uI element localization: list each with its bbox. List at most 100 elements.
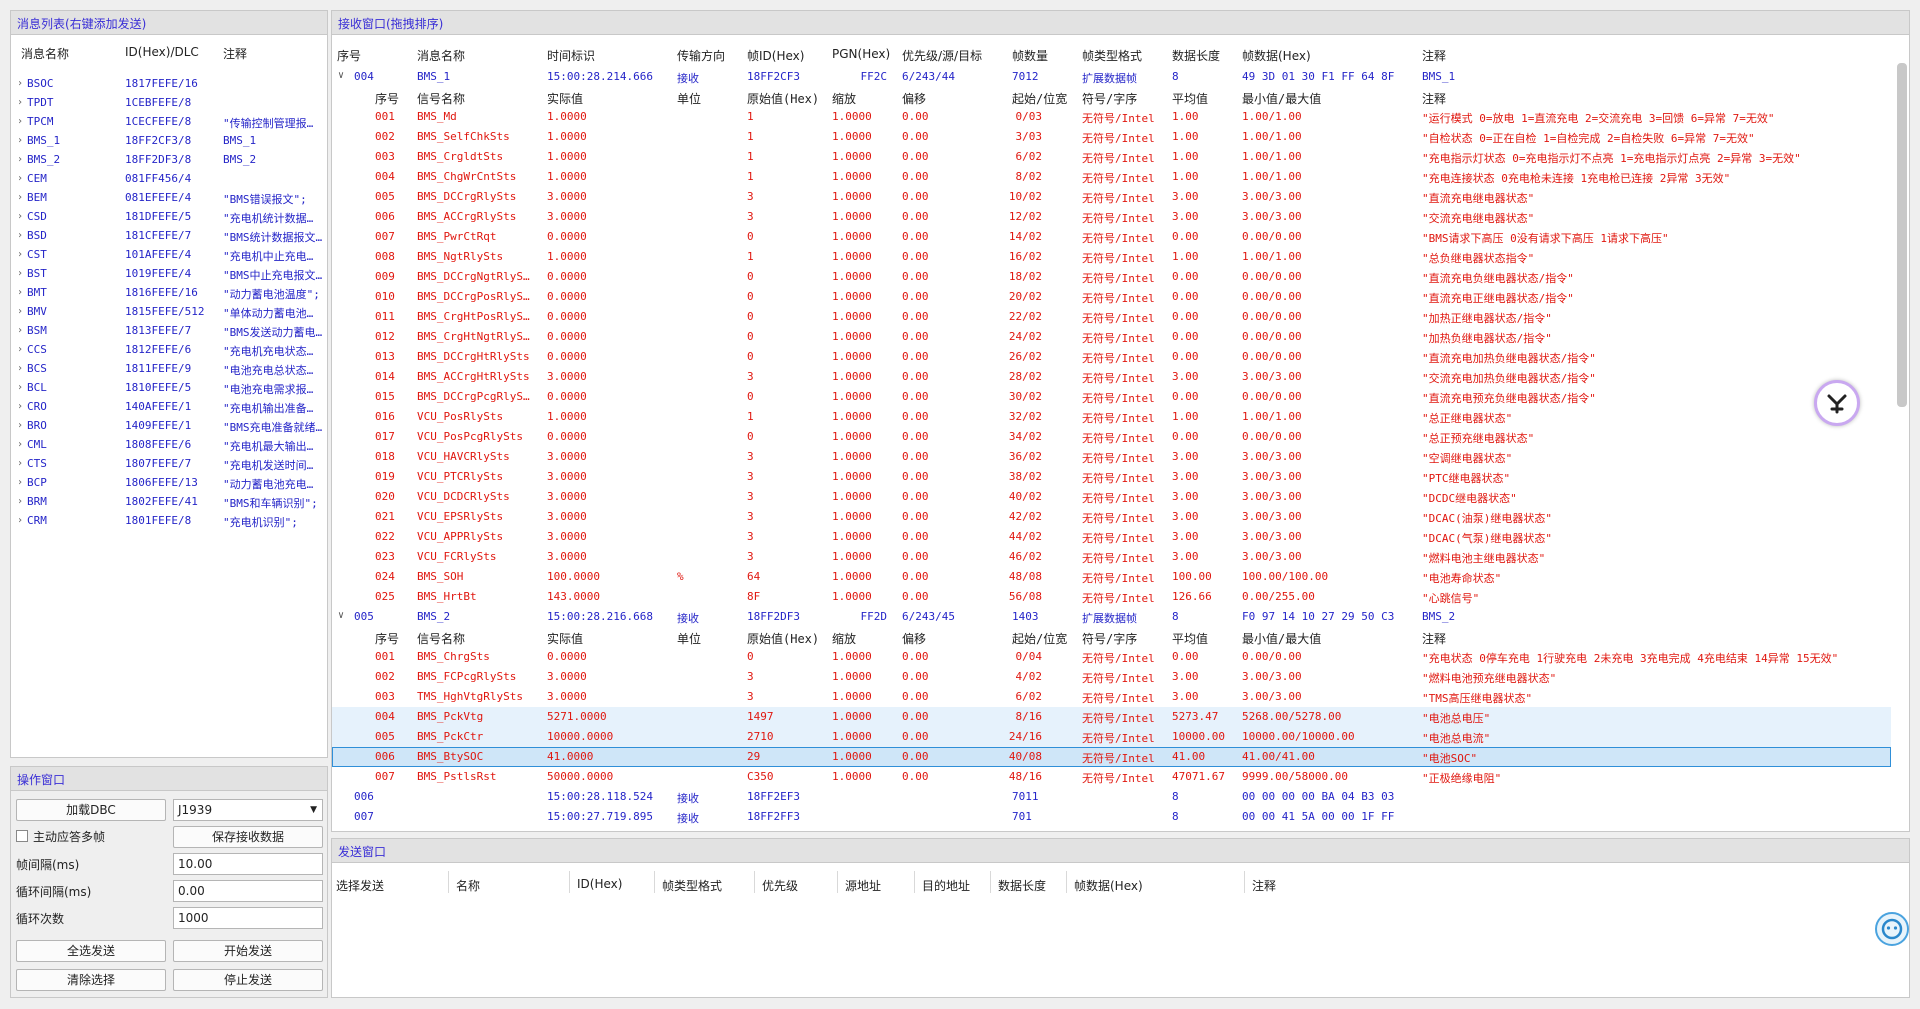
message-list-item[interactable]: › BMS_2 18FF2DF3/8 BMS_2 [15, 151, 323, 170]
chevron-right-icon[interactable]: › [17, 249, 23, 260]
chevron-right-icon[interactable]: › [17, 154, 23, 165]
message-list-item[interactable]: › CRO 140AFEFE/1 "充电机输出准备… [15, 398, 323, 417]
chat-icon[interactable] [1875, 912, 1909, 946]
send-col-9[interactable]: 注释 [1252, 877, 1276, 894]
load-dbc-button[interactable]: 加载DBC [16, 799, 166, 821]
signal-row[interactable]: 025 BMS_HrtBt 143.0000 8F 1.0000 0.00 56/08 无符号… [332, 587, 1891, 607]
signal-row[interactable]: 005 BMS_DCCrgRlySts 3.0000 3 1.0000 0.00 10/02… [332, 187, 1891, 207]
signal-row[interactable]: 019 VCU_PTCRlySts 3.0000 3 1.0000 0.00 38/02 无符… [332, 467, 1891, 487]
send-col-2[interactable]: ID(Hex) [577, 877, 622, 891]
chevron-right-icon[interactable]: › [17, 268, 23, 279]
message-list-item[interactable]: › BSM 1813FEFE/7 "BMS发送动力蓄电… [15, 322, 323, 341]
message-list-item[interactable]: › BCP 1806FEFE/13 "动力蓄电池充电… [15, 474, 323, 493]
col-timestamp[interactable]: 时间标识 [547, 47, 595, 64]
signal-row[interactable]: 001 BMS_ChrgSts 0.0000 0 1.0000 0.00 0/04 无符号/I… [332, 647, 1891, 667]
chevron-right-icon[interactable]: › [17, 439, 23, 450]
signal-row[interactable]: 004 BMS_PckVtg 5271.0000 1497 1.0000 0.00 8/16… [332, 707, 1891, 727]
send-col-7[interactable]: 数据长度 [998, 877, 1046, 894]
signal-row[interactable]: 013 BMS_DCCrgHtRlySts 0.0000 0 1.0000 0.00 26/… [332, 347, 1891, 367]
col-data-len[interactable]: 数据长度 [1172, 47, 1220, 64]
col-msg-name[interactable]: 消息名称 [417, 47, 465, 64]
signal-row[interactable]: 021 VCU_EPSRlySts 3.0000 3 1.0000 0.00 42/02 无符… [332, 507, 1891, 527]
signal-row[interactable]: 023 VCU_FCRlySts 3.0000 3 1.0000 0.00 46/02 无符号… [332, 547, 1891, 567]
chevron-right-icon[interactable]: › [17, 173, 23, 184]
message-list-item[interactable]: › TPDT 1CEBFEFE/8 [15, 94, 323, 113]
message-list-item[interactable]: › BMV 1815FEFE/512 "单体动力蓄电池… [15, 303, 323, 322]
signal-row[interactable]: 008 BMS_NgtRlySts 1.0000 1 1.0000 0.00 16/02 无符… [332, 247, 1891, 267]
frame-row[interactable]: 007 15:00:27.719.895 接收 18FF2FF3 701 8 00 00 4… [332, 807, 1891, 827]
message-list-item[interactable]: › CML 1808FEFE/6 "充电机最大输出… [15, 436, 323, 455]
signal-row[interactable]: 015 BMS_DCCrgPcgRlyS… 0.0000 0 1.0000 0.00 30/… [332, 387, 1891, 407]
chevron-right-icon[interactable]: › [17, 344, 23, 355]
signal-row[interactable]: 007 BMS_PstlsRst 50000.0000 C350 1.0000 0.00 4… [332, 767, 1891, 787]
signal-row[interactable]: 001 BMS_Md 1.0000 1 1.0000 0.00 0/03 无符号/Intel 1… [332, 107, 1891, 127]
message-list-item[interactable]: › BMS_1 18FF2CF3/8 BMS_1 [15, 132, 323, 151]
chevron-right-icon[interactable]: › [17, 363, 23, 374]
signal-row[interactable]: 005 BMS_PckCtr 10000.0000 2710 1.0000 0.00 24/… [332, 727, 1891, 747]
start-send-button[interactable]: 开始发送 [173, 940, 323, 962]
chevron-right-icon[interactable]: › [17, 515, 23, 526]
cycle-count-input[interactable]: 1000 [173, 907, 323, 929]
message-list-item[interactable]: › TPCM 1CECFEFE/8 "传输控制管理报… [15, 113, 323, 132]
chevron-right-icon[interactable]: › [17, 230, 23, 241]
signal-row[interactable]: 016 VCU_PosRlySts 1.0000 1 1.0000 0.00 32/02 无符… [332, 407, 1891, 427]
send-col-1[interactable]: 名称 [456, 877, 480, 894]
chevron-right-icon[interactable]: › [17, 135, 23, 146]
frame-row[interactable]: ∨ 005 BMS_2 15:00:28.216.668 接收 18FF2DF3 FF2D 6… [332, 607, 1891, 627]
receive-scrollbar[interactable] [1897, 63, 1907, 407]
send-col-3[interactable]: 帧类型格式 [662, 877, 722, 894]
send-col-6[interactable]: 目的地址 [922, 877, 970, 894]
col-message-name[interactable]: 消息名称 [21, 45, 69, 62]
signal-row[interactable]: 003 TMS_HghVtgRlySts 3.0000 3 1.0000 0.00 6/02… [332, 687, 1891, 707]
frame-row[interactable]: ∨ 004 BMS_1 15:00:28.214.666 接收 18FF2CF3 FF2C 6… [332, 67, 1891, 87]
message-list-item[interactable]: › CSD 181DFEFE/5 "充电机统计数据… [15, 208, 323, 227]
chevron-right-icon[interactable]: › [17, 116, 23, 127]
clear-select-button[interactable]: 清除选择 [16, 969, 166, 991]
message-list-item[interactable]: › BST 1019FEFE/4 "BMS中止充电报文… [15, 265, 323, 284]
col-note[interactable]: 注释 [1422, 47, 1446, 64]
signal-row[interactable]: 004 BMS_ChgWrCntSts 1.0000 1 1.0000 0.00 8/02 无… [332, 167, 1891, 187]
signal-row[interactable]: 020 VCU_DCDCRlySts 3.0000 3 1.0000 0.00 40/02 无… [332, 487, 1891, 507]
col-frame-data[interactable]: 帧数据(Hex) [1242, 47, 1311, 64]
message-list-item[interactable]: › CCS 1812FEFE/6 "充电机充电状态… [15, 341, 323, 360]
chevron-right-icon[interactable]: › [17, 401, 23, 412]
message-list-item[interactable]: › CTS 1807FEFE/7 "充电机发送时间… [15, 455, 323, 474]
signal-row[interactable]: 002 BMS_SelfChkSts 1.0000 1 1.0000 0.00 3/03 无符… [332, 127, 1891, 147]
expand-toggle-icon[interactable]: ∨ [338, 610, 344, 621]
save-recv-button[interactable]: 保存接收数据 [173, 826, 323, 848]
signal-row[interactable]: 011 BMS_CrgHtPosRlyS… 0.0000 0 1.0000 0.00 22/… [332, 307, 1891, 327]
signal-row[interactable]: 022 VCU_APPRlySts 3.0000 3 1.0000 0.00 44/02 无符… [332, 527, 1891, 547]
message-list-item[interactable]: › CEM 081FF456/4 [15, 170, 323, 189]
cycle-interval-input[interactable]: 0.00 [173, 880, 323, 902]
message-list-item[interactable]: › BMT 1816FEFE/16 "动力蓄电池温度"; [15, 284, 323, 303]
stop-send-button[interactable]: 停止发送 [173, 969, 323, 991]
message-list-item[interactable]: › BRO 1409FEFE/1 "BMS充电准备就绪… [15, 417, 323, 436]
chevron-right-icon[interactable]: › [17, 458, 23, 469]
col-direction[interactable]: 传输方向 [677, 47, 725, 64]
col-frame-count[interactable]: 帧数量 [1012, 47, 1048, 64]
auto-reply-checkbox[interactable] [16, 830, 28, 842]
signal-row[interactable]: 012 BMS_CrgHtNgtRlyS… 0.0000 0 1.0000 0.00 24/… [332, 327, 1891, 347]
chevron-right-icon[interactable]: › [17, 306, 23, 317]
signal-row[interactable]: 003 BMS_CrgldtSts 1.0000 1 1.0000 0.00 6/02 无符号… [332, 147, 1891, 167]
signal-row[interactable]: 018 VCU_HAVCRlySts 3.0000 3 1.0000 0.00 36/02 无… [332, 447, 1891, 467]
signal-row[interactable]: 017 VCU_PosPcgRlySts 0.0000 0 1.0000 0.00 34/0… [332, 427, 1891, 447]
message-list-item[interactable]: › CST 101AFEFE/4 "充电机中止充电… [15, 246, 323, 265]
col-priority[interactable]: 优先级/源/目标 [902, 47, 982, 64]
frame-interval-input[interactable]: 10.00 [173, 853, 323, 875]
signal-row[interactable]: 002 BMS_FCPcgRlySts 3.0000 3 1.0000 0.00 4/02 无… [332, 667, 1891, 687]
send-col-5[interactable]: 源地址 [845, 877, 881, 894]
message-list-item[interactable]: › BRM 1802FEFE/41 "BMS和车辆识别"; [15, 493, 323, 512]
signal-row[interactable]: 010 BMS_DCCrgPosRlyS… 0.0000 0 1.0000 0.00 20/… [332, 287, 1891, 307]
chevron-right-icon[interactable]: › [17, 420, 23, 431]
chevron-right-icon[interactable]: › [17, 287, 23, 298]
assistant-icon[interactable] [1814, 380, 1860, 426]
signal-row[interactable]: 014 BMS_ACCrgHtRlySts 3.0000 3 1.0000 0.00 28/… [332, 367, 1891, 387]
chevron-right-icon[interactable]: › [17, 78, 23, 89]
message-list-item[interactable]: › BCS 1811FEFE/9 "电池充电总状态… [15, 360, 323, 379]
col-id-dlc[interactable]: ID(Hex)/DLC [125, 45, 199, 59]
signal-row[interactable]: 009 BMS_DCCrgNgtRlyS… 0.0000 0 1.0000 0.00 18/… [332, 267, 1891, 287]
signal-row[interactable]: 007 BMS_PwrCtRqt 0.0000 0 1.0000 0.00 14/02 无符号… [332, 227, 1891, 247]
chevron-right-icon[interactable]: › [17, 192, 23, 203]
message-list-item[interactable]: › BCL 1810FEFE/5 "电池充电需求报… [15, 379, 323, 398]
